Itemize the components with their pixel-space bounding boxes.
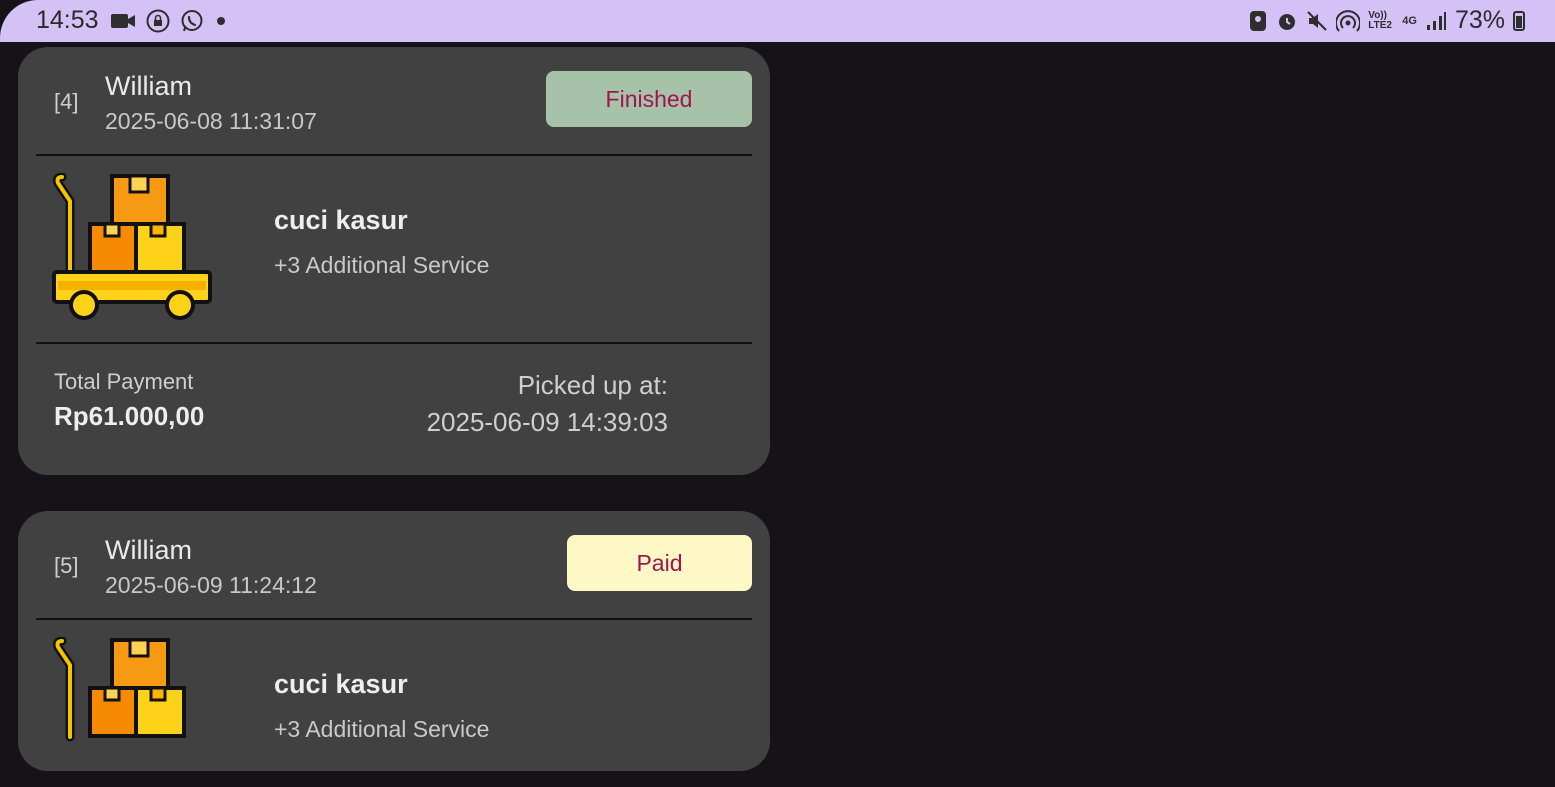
order-card[interactable]: [4] William 2025-06-08 11:31:07 Finished… <box>18 47 770 475</box>
additional-services: +3 Additional Service <box>274 716 490 742</box>
service-name: cuci kasur <box>274 205 408 235</box>
customer-name: William <box>105 535 192 565</box>
total-payment-value: Rp61.000,00 <box>54 401 205 431</box>
4g-icon: 4G <box>1402 14 1417 27</box>
hotspot-icon <box>1336 9 1361 32</box>
whatsapp-icon <box>181 10 203 32</box>
pickup-time: 2025-06-09 14:39:03 <box>426 407 668 437</box>
total-payment-label: Total Payment <box>54 369 194 394</box>
customer-name: William <box>105 71 192 101</box>
order-date: 2025-06-09 11:24:12 <box>105 572 317 598</box>
status-bar: 14:53 Vo)) LTE2 4G 73% <box>0 0 1555 42</box>
divider <box>36 618 752 620</box>
lock-icon <box>146 9 170 33</box>
battery-percent: 73% <box>1454 6 1505 34</box>
cart-boxes-icon <box>52 173 212 320</box>
order-date: 2025-06-08 11:31:07 <box>105 108 317 134</box>
divider <box>36 342 752 344</box>
cart-boxes-icon <box>53 637 186 742</box>
signal-icon <box>1426 11 1446 30</box>
additional-services: +3 Additional Service <box>274 252 490 278</box>
battery-icon <box>1513 10 1525 31</box>
status-badge[interactable]: Finished <box>546 71 752 127</box>
status-time: 14:53 <box>36 6 99 34</box>
alarm-icon <box>1279 13 1296 30</box>
pickup-label: Picked up at: <box>517 370 668 400</box>
status-label: Paid <box>636 549 683 576</box>
order-index: [5] <box>54 553 79 578</box>
video-camera-icon <box>111 14 135 28</box>
status-label: Finished <box>605 85 693 112</box>
face-icon <box>1250 10 1267 31</box>
status-badge[interactable]: Paid <box>567 535 752 591</box>
volte-icon: Vo)) LTE2 <box>1368 9 1392 31</box>
mute-icon <box>1307 10 1327 31</box>
order-card[interactable]: [5] William 2025-06-09 11:24:12 Paid cuc… <box>18 511 770 771</box>
dot-icon <box>217 17 225 25</box>
divider <box>36 154 752 156</box>
service-name: cuci kasur <box>274 669 408 699</box>
order-index: [4] <box>54 89 79 114</box>
